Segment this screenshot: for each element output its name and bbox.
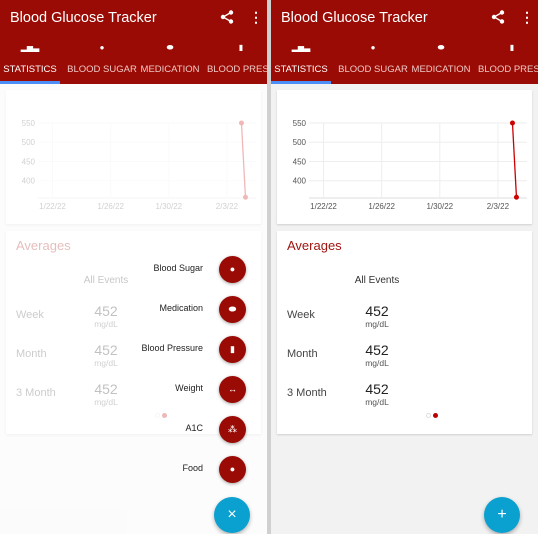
- tab-medication[interactable]: ⬬ MEDICATION: [136, 37, 204, 84]
- tab-statistics[interactable]: ▂▅▃ STATISTICS: [0, 37, 60, 84]
- data-point: [509, 120, 515, 126]
- more-vert-icon[interactable]: ⋮: [520, 10, 534, 24]
- y-tick-label: 500: [293, 138, 307, 147]
- speed-dial-label[interactable]: Blood Pressure: [141, 343, 203, 353]
- apple-icon: ●: [229, 464, 236, 474]
- average-value: 452: [365, 381, 389, 397]
- bar-chart-icon: ▂▅▃: [291, 43, 311, 52]
- column-header: All Events: [354, 275, 400, 286]
- screen-default: Blood Glucose Tracker ⋮ ▂▅▃ STATISTICS ●…: [271, 0, 538, 534]
- line-chart[interactable]: 400 450 500 550 1/22/22 1/26/22 1/30/22 2/3/22: [277, 90, 532, 224]
- tab-blood-press[interactable]: ▮ BLOOD PRESS: [477, 37, 538, 84]
- app-bar: Blood Glucose Tracker ⋮ ▂▅▃ STATISTICS ●…: [271, 0, 538, 84]
- clip-mask: [277, 90, 532, 120]
- screen-with-speed-dial: Blood Glucose Tracker ⋮ ▂▅▃ STATISTICS ●…: [0, 0, 267, 534]
- close-icon: ×: [227, 506, 237, 523]
- clipboard-icon: ▮: [238, 43, 244, 52]
- x-tick-label: 1/22/22: [310, 202, 337, 211]
- average-row-label: Week: [287, 309, 315, 321]
- speed-dial-label[interactable]: Food: [182, 463, 203, 473]
- clipboard-icon: ▮: [509, 43, 515, 52]
- speed-dial-label[interactable]: A1C: [185, 423, 203, 433]
- speed-dial-pill-button[interactable]: ⬬: [219, 296, 246, 323]
- speed-dial-drop-button[interactable]: ●: [219, 256, 246, 283]
- average-unit: mg/dL: [365, 397, 389, 407]
- speed-dial-dumbbell-button[interactable]: ↔: [219, 376, 246, 403]
- y-tick-label: 400: [293, 177, 307, 186]
- pill-icon: ⬬: [228, 304, 237, 314]
- share-icon[interactable]: [491, 10, 505, 24]
- bar-chart-icon: ▂▅▃: [20, 43, 40, 52]
- app-bar: Blood Glucose Tracker ⋮ ▂▅▃ STATISTICS ●…: [0, 0, 267, 84]
- tab-statistics[interactable]: ▂▅▃ STATISTICS: [271, 37, 331, 84]
- y-tick-label: 550: [293, 119, 307, 128]
- drop-icon: ●: [370, 43, 376, 52]
- tab-medication[interactable]: ⬬ MEDICATION: [407, 37, 475, 84]
- averages-title: Averages: [287, 238, 342, 253]
- average-unit: mg/dL: [365, 319, 389, 329]
- average-row-label: 3 Month: [287, 387, 327, 399]
- average-row-label: Month: [287, 348, 318, 360]
- speed-dial-label[interactable]: Blood Sugar: [153, 263, 203, 273]
- app-title: Blood Glucose Tracker: [10, 10, 157, 26]
- speed-dial-label[interactable]: Medication: [159, 303, 203, 313]
- graph-card: Graph 4004505005501/22/221/26/221/30/222…: [277, 90, 532, 224]
- add-fab[interactable]: +: [484, 497, 520, 533]
- average-unit: mg/dL: [365, 358, 389, 368]
- tab-blood-sugar[interactable]: ● BLOOD SUGAR: [62, 37, 142, 84]
- speed-dial-label[interactable]: Weight: [175, 383, 203, 393]
- data-point: [513, 194, 519, 200]
- tab-blood-sugar[interactable]: ● BLOOD SUGAR: [333, 37, 413, 84]
- drop-icon: ●: [99, 43, 105, 52]
- x-tick-label: 1/26/22: [368, 202, 395, 211]
- clipboard-icon: ▮: [230, 344, 235, 354]
- speed-dial-clipboard-button[interactable]: ▮: [219, 336, 246, 363]
- page-dot-1[interactable]: [426, 413, 431, 418]
- pill-icon: ⬬: [437, 43, 445, 52]
- series-line: [511, 122, 518, 198]
- tab-blood-press[interactable]: ▮ BLOOD PRESS: [206, 37, 267, 84]
- pill-icon: ⬬: [166, 43, 174, 52]
- drop-icon: ●: [229, 264, 236, 274]
- app-title: Blood Glucose Tracker: [281, 10, 428, 26]
- more-vert-icon[interactable]: ⋮: [249, 10, 263, 24]
- averages-card: Averages All Events Week 452 mg/dL Month 4…: [277, 231, 532, 434]
- average-value: 452: [365, 342, 389, 358]
- plus-icon: +: [497, 506, 507, 523]
- average-value: 452: [365, 303, 389, 319]
- share-icon[interactable]: [220, 10, 234, 24]
- drops-icon: ⁂: [228, 424, 237, 434]
- dumbbell-icon: ↔: [228, 384, 237, 394]
- speed-dial-drops-button[interactable]: ⁂: [219, 416, 246, 443]
- tab-indicator: [271, 81, 331, 84]
- x-tick-label: 1/30/22: [426, 202, 453, 211]
- speed-dial-apple-button[interactable]: ●: [219, 456, 246, 483]
- page-dot-2-active[interactable]: [433, 413, 438, 418]
- x-tick-label: 2/3/22: [487, 202, 510, 211]
- y-tick-label: 450: [293, 157, 307, 166]
- close-fab[interactable]: ×: [214, 497, 250, 533]
